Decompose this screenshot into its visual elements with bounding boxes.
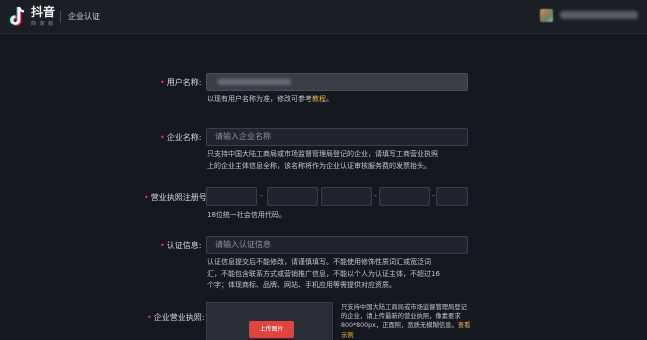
license-segment-1[interactable]	[206, 187, 257, 206]
license-separator: -	[374, 191, 377, 200]
license-segment-4[interactable]	[379, 187, 430, 206]
upload-image-button[interactable]: 上传图片	[249, 321, 294, 338]
certification-info-input[interactable]: 请输入认证信息	[206, 236, 468, 254]
license-separator: -	[432, 191, 435, 200]
business-license-label: • 企业营业执照:	[147, 313, 205, 322]
company-name-input[interactable]: 请输入企业名称	[206, 128, 468, 146]
account-name-blurred[interactable]	[560, 11, 638, 19]
username-value-blurred	[217, 79, 291, 85]
required-mark: •	[160, 241, 165, 250]
business-license-hint: 只支持中国大陆工商局或市场监督管理局登记 的企业，请上传最新的营业执照，像素要求…	[341, 304, 471, 340]
avatar[interactable]	[540, 9, 553, 22]
app-name: 抖音	[31, 5, 56, 19]
required-mark: •	[144, 193, 149, 202]
license-number-label: • 营业执照注册号:	[144, 193, 210, 202]
company-name-hint: 只支持中国大陆工商局或市场监督管理局登记的企业，请填写工商营业执照 上的企业主体…	[207, 150, 438, 170]
company-name-label: • 企业名称:	[160, 133, 202, 142]
douyin-logo-icon[interactable]	[8, 5, 30, 29]
license-segment-3[interactable]	[321, 187, 372, 206]
license-segment-2[interactable]	[267, 187, 318, 206]
certification-info-label: • 认证信息:	[160, 241, 202, 250]
license-separator: -	[260, 191, 263, 200]
license-segment-5[interactable]	[436, 187, 468, 206]
username-label: • 用户名称:	[160, 78, 202, 87]
required-mark: •	[160, 133, 165, 142]
view-example-link-tail[interactable]: 示例	[341, 331, 470, 340]
username-field	[206, 73, 468, 91]
view-example-link[interactable]: 查看	[458, 322, 471, 329]
app-subtitle: 商 家 版	[31, 21, 55, 27]
required-mark: •	[160, 78, 165, 87]
tutorial-link[interactable]: 教程	[312, 95, 326, 103]
page-title: 企业认证	[68, 12, 100, 21]
license-number-hint: 18位统一社会信用代码。	[207, 211, 286, 219]
certification-info-hint: 认证信息提交后不能修改，请谨慎填写。不能使用修饰性质词汇或宽泛词 汇，不能包含联…	[207, 258, 440, 290]
top-bar: 抖音 商 家 版 企业认证	[0, 0, 647, 34]
username-hint: 以现有用户名称为准，修改可参考教程。	[207, 95, 333, 103]
header-divider	[60, 11, 61, 23]
required-mark: •	[147, 313, 152, 322]
